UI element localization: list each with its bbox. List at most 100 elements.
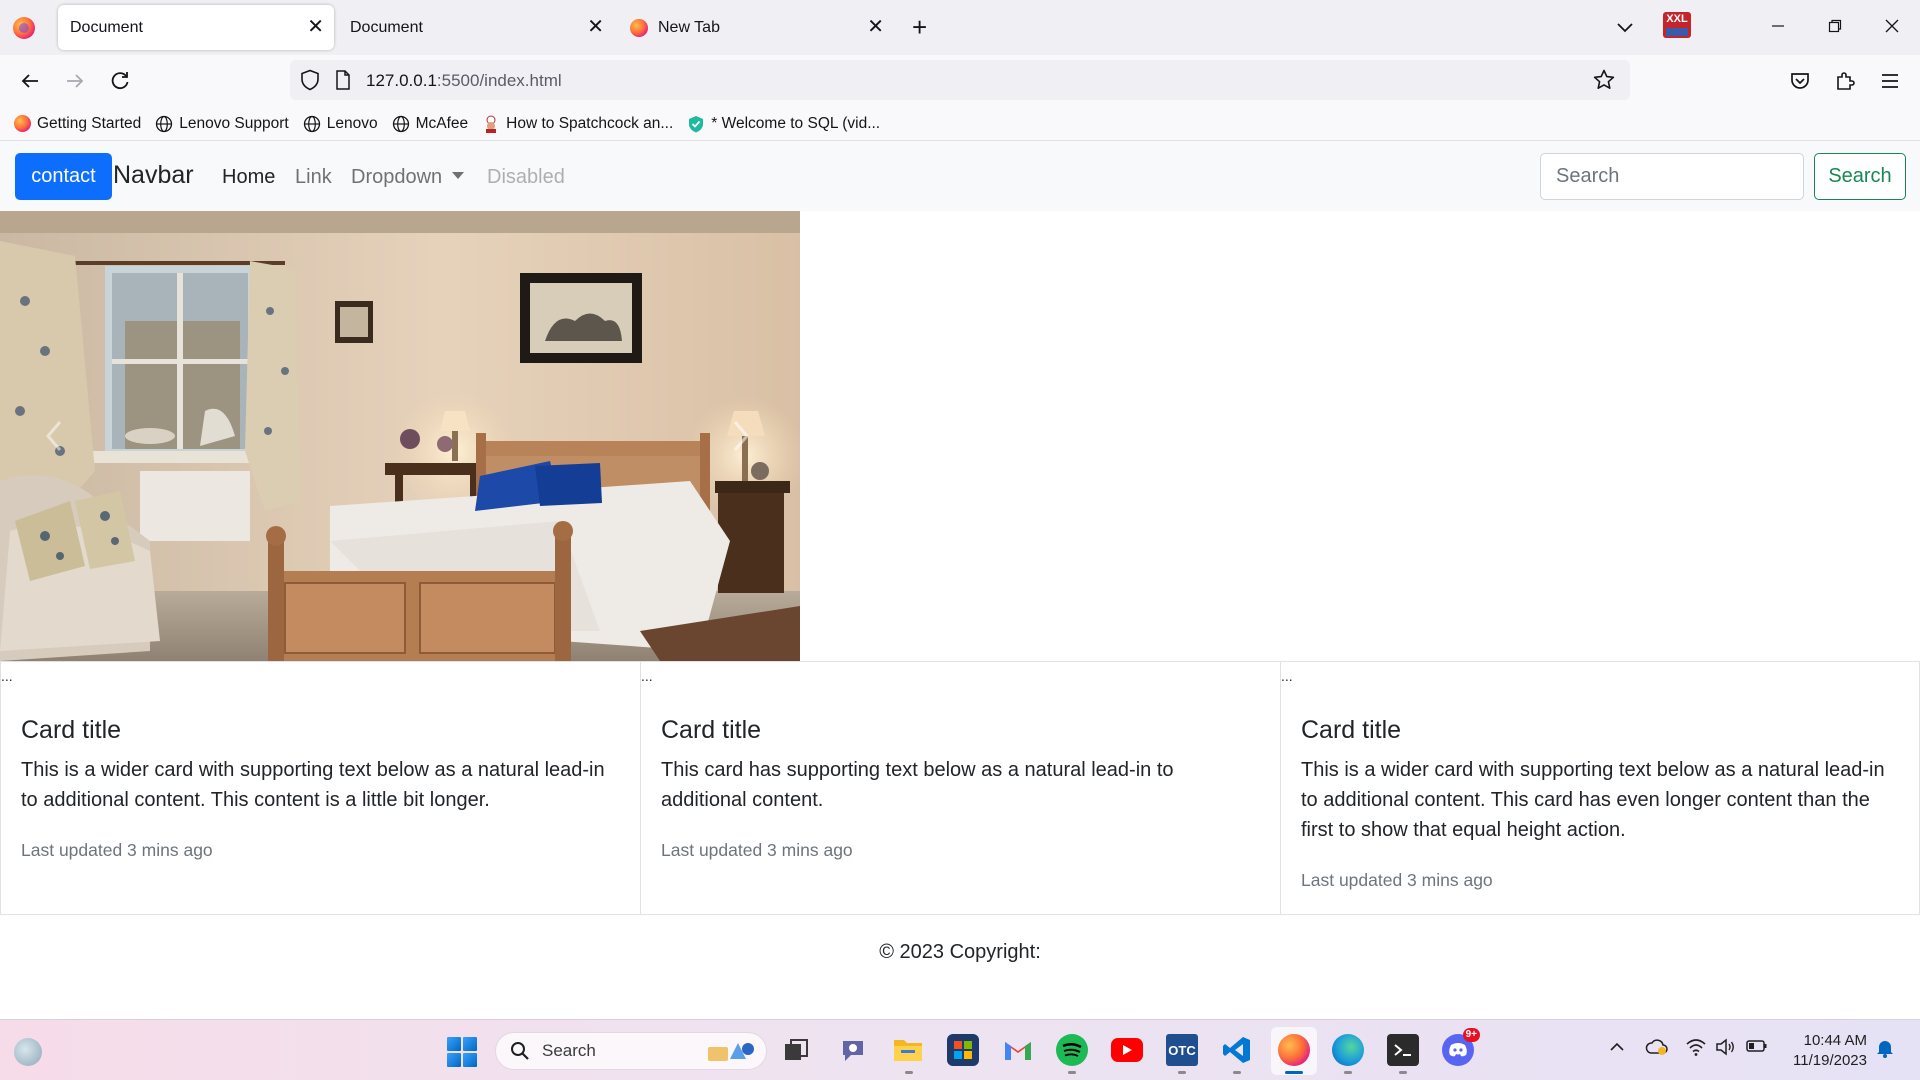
search-input[interactable] <box>1540 153 1804 200</box>
card-image-alt: ... <box>1 668 13 684</box>
nav-dropdown[interactable]: Dropdown <box>351 166 465 189</box>
bookmark-getting-started[interactable]: Getting Started <box>13 115 141 133</box>
gmail-icon[interactable] <box>1002 1034 1034 1066</box>
browser-tab-strip: Document ✕ Document ✕ New Tab ✕ + XXL <box>0 0 1920 55</box>
minimize-icon[interactable] <box>1758 10 1798 42</box>
address-bar[interactable]: 127.0.0.1:5500/index.html <box>290 60 1630 100</box>
search-icon <box>511 1042 529 1060</box>
file-explorer-taskview-icon[interactable] <box>780 1034 812 1066</box>
card-image-alt: ... <box>1281 668 1293 684</box>
youtube-icon[interactable] <box>1111 1038 1143 1062</box>
new-tab-plus-icon[interactable]: + <box>912 12 927 42</box>
firefox-icon[interactable] <box>1278 1034 1310 1066</box>
otc-app-icon[interactable]: OTC <box>1166 1034 1198 1066</box>
globe-icon <box>155 115 173 133</box>
bookmark-label: How to Spatchcock an... <box>506 114 674 132</box>
window-close-icon[interactable] <box>1872 10 1912 42</box>
clock-date: 11/19/2023 <box>1793 1052 1867 1069</box>
close-icon[interactable]: ✕ <box>587 16 604 38</box>
caret-down-icon <box>452 172 465 180</box>
extension-badge-icon[interactable]: XXL <box>1663 12 1691 38</box>
running-indicator <box>1233 1071 1241 1074</box>
card: ... Card title This is a wider card with… <box>1281 662 1919 914</box>
active-indicator <box>1285 1071 1303 1074</box>
back-arrow-icon[interactable] <box>17 68 43 94</box>
card-group: ... Card title This is a wider card with… <box>0 661 1920 915</box>
vscode-icon[interactable] <box>1221 1034 1253 1066</box>
site-navbar: contact Navbar Home Link Dropdown Disabl… <box>0 141 1920 211</box>
otc-label: OTC <box>1168 1042 1196 1058</box>
running-indicator <box>905 1071 913 1074</box>
close-icon[interactable]: ✕ <box>307 16 324 38</box>
tab-title: Document <box>70 18 143 36</box>
running-indicator <box>1068 1071 1076 1074</box>
bookmark-welcome-sql[interactable]: * Welcome to SQL (vid... <box>687 115 880 133</box>
weather-widget-icon[interactable] <box>14 1038 42 1066</box>
carousel-prev-chevron-icon[interactable] <box>40 416 70 456</box>
hamburger-menu-icon[interactable] <box>1877 68 1903 94</box>
card-title: Card title <box>661 716 762 744</box>
card-text: This is a wider card with supporting tex… <box>21 759 605 811</box>
tab-document-active[interactable]: Document ✕ <box>58 5 334 50</box>
card-updated: Last updated 3 mins ago <box>21 840 213 860</box>
pocket-icon[interactable] <box>1787 68 1813 94</box>
firefox-icon <box>13 115 31 133</box>
card-image-alt: ... <box>641 668 653 684</box>
url-text[interactable]: 127.0.0.1:5500/index.html <box>366 71 562 91</box>
spotify-icon[interactable] <box>1056 1034 1088 1066</box>
notification-bell-icon[interactable] <box>1876 1038 1894 1062</box>
carousel-image-bedroom <box>0 211 800 661</box>
forward-arrow-icon[interactable] <box>62 68 88 94</box>
folder-icon[interactable] <box>892 1034 924 1066</box>
search-button[interactable]: Search <box>1814 153 1906 200</box>
taskbar-clock[interactable]: 10:44 AM 11/19/2023 <box>1783 1031 1867 1071</box>
card-text: This card has supporting text below as a… <box>661 759 1174 811</box>
close-icon[interactable]: ✕ <box>867 16 884 38</box>
battery-icon[interactable] <box>1746 1039 1768 1057</box>
list-all-tabs-chevron-icon[interactable] <box>1612 14 1638 40</box>
bookmark-lenovo-support[interactable]: Lenovo Support <box>155 115 289 133</box>
url-host: 127.0.0.1 <box>366 71 437 90</box>
bookmark-star-icon[interactable] <box>1592 68 1616 97</box>
windows-taskbar: Search OTC 9+ 10:44 AM 11/19/2023 <box>0 1019 1920 1080</box>
discord-icon[interactable]: 9+ <box>1442 1028 1480 1066</box>
bookmark-spatchcock[interactable]: How to Spatchcock an... <box>482 115 673 133</box>
notification-badge: 9+ <box>1462 1028 1480 1042</box>
card-title: Card title <box>1301 716 1402 744</box>
bookmark-mcafee[interactable]: McAfee <box>392 115 468 133</box>
nav-link-home[interactable]: Home <box>222 166 275 189</box>
tab-new-tab[interactable]: New Tab ✕ <box>618 5 894 50</box>
onedrive-cloud-icon[interactable] <box>1645 1037 1669 1061</box>
page-info-icon[interactable] <box>335 70 351 95</box>
carousel-next-chevron-icon[interactable] <box>725 416 755 456</box>
globe-icon <box>392 115 410 133</box>
tracking-protection-shield-icon[interactable] <box>300 69 320 96</box>
globe-icon <box>303 115 321 133</box>
bookmark-lenovo[interactable]: Lenovo <box>303 115 378 133</box>
carousel <box>0 211 800 661</box>
terminal-icon[interactable] <box>1387 1034 1419 1066</box>
restore-icon[interactable] <box>1815 10 1855 42</box>
microsoft-store-icon[interactable] <box>947 1034 979 1066</box>
firefox-menu-icon[interactable] <box>13 17 35 39</box>
bookmark-label: Getting Started <box>37 114 142 132</box>
show-hidden-icons-chevron-icon[interactable] <box>1608 1038 1626 1060</box>
edge-icon[interactable] <box>1332 1034 1364 1066</box>
taskbar-search-box[interactable]: Search <box>495 1032 767 1070</box>
navbar-brand[interactable]: Navbar <box>113 161 194 190</box>
extensions-puzzle-icon[interactable] <box>1832 68 1858 94</box>
tab-title: Document <box>350 18 423 36</box>
tab-document[interactable]: Document ✕ <box>338 5 614 50</box>
volume-icon[interactable] <box>1715 1037 1737 1061</box>
search-highlight-art-icon <box>708 1043 754 1061</box>
nav-link-disabled: Disabled <box>487 166 565 188</box>
teams-chat-icon[interactable] <box>838 1034 870 1066</box>
windows-start-icon[interactable] <box>447 1037 477 1067</box>
wifi-icon[interactable] <box>1685 1037 1707 1061</box>
reload-icon[interactable] <box>107 68 133 94</box>
contact-button[interactable]: contact <box>15 153 112 200</box>
nav-link-link[interactable]: Link <box>295 166 332 189</box>
web-page: contact Navbar Home Link Dropdown Disabl… <box>0 141 1920 1019</box>
card: ... Card title This is a wider card with… <box>1 662 641 914</box>
running-indicator <box>1178 1071 1186 1074</box>
